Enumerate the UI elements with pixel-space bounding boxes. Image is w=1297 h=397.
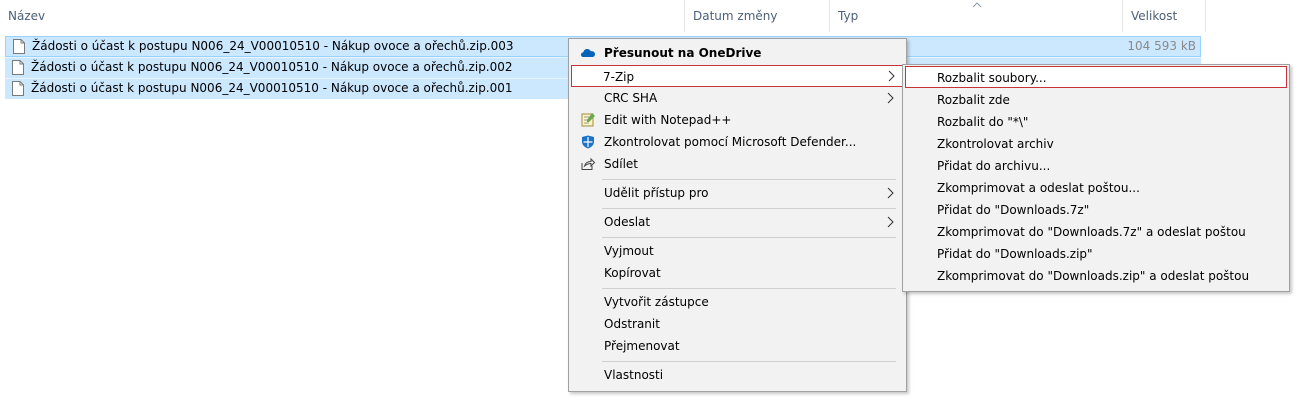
menu-item-label: Sdílet — [604, 157, 638, 171]
menu-item-label: Vyjmout — [604, 244, 654, 258]
menu-item-label: Přidat do archivu... — [937, 159, 1051, 173]
menu-item-onedrive[interactable]: Přesunout na OneDrive — [571, 42, 904, 64]
context-menu: Přesunout na OneDrive 7-Zip CRC SHA Edit… — [568, 38, 907, 392]
menu-item-label: CRC SHA — [604, 91, 658, 105]
column-empty-header — [1205, 0, 1297, 32]
sort-ascending-caret-icon — [972, 2, 982, 8]
submenu-item-extract-here[interactable]: Rozbalit zde — [905, 89, 1287, 111]
menu-item-create-shortcut[interactable]: Vytvořit zástupce — [571, 291, 904, 313]
menu-item-label: Přidat do "Downloads.7z" — [937, 203, 1090, 217]
column-size-header[interactable]: Velikost — [1122, 0, 1205, 32]
menu-item-label: Edit with Notepad++ — [604, 113, 732, 127]
menu-item-label: Vytvořit zástupce — [604, 295, 709, 309]
column-date-header[interactable]: Datum změny — [684, 0, 829, 32]
chevron-right-icon — [887, 92, 894, 104]
menu-item-label: Zkontrolovat archiv — [937, 137, 1054, 151]
submenu-item-test-archive[interactable]: Zkontrolovat archiv — [905, 133, 1287, 155]
menu-item-label: Rozbalit do "*\" — [937, 115, 1029, 129]
menu-item-properties[interactable]: Vlastnosti — [571, 364, 904, 386]
menu-item-label: Rozbalit soubory... — [937, 71, 1047, 85]
submenu-item-extract-to[interactable]: Rozbalit do "*\" — [905, 111, 1287, 133]
menu-item-label: 7-Zip — [603, 70, 635, 84]
submenu-item-add-to-archive[interactable]: Přidat do archivu... — [905, 155, 1287, 177]
menu-item-7zip[interactable]: 7-Zip — [571, 65, 904, 87]
menu-item-send-to[interactable]: Odeslat — [571, 211, 904, 233]
menu-item-label: Odstranit — [604, 317, 660, 331]
menu-item-label: Zkomprimovat do "Downloads.zip" a odesla… — [937, 269, 1250, 283]
column-header: Název Datum změny Typ Velikost — [0, 0, 1297, 32]
menu-item-label: Rozbalit zde — [937, 93, 1010, 107]
file-row[interactable]: Žádosti o účast k postupu N006_24_V00010… — [5, 78, 569, 99]
onedrive-cloud-icon — [581, 49, 595, 57]
menu-item-label: Kopírovat — [604, 266, 661, 280]
file-icon — [12, 81, 24, 96]
submenu-item-extract-files[interactable]: Rozbalit soubory... — [905, 66, 1287, 88]
menu-item-copy[interactable]: Kopírovat — [571, 262, 904, 284]
column-name-header[interactable]: Název — [0, 0, 684, 32]
chevron-right-icon — [887, 187, 894, 199]
file-size: 104 593 kB — [1127, 39, 1196, 53]
menu-item-label: Zkontrolovat pomocí Microsoft Defender..… — [604, 135, 857, 149]
menu-item-label: Přidat do "Downloads.zip" — [937, 247, 1093, 261]
submenu-item-compress-7z-email[interactable]: Zkomprimovat do "Downloads.7z" a odeslat… — [905, 221, 1287, 243]
menu-separator — [602, 208, 896, 209]
menu-separator — [602, 179, 896, 180]
file-name: Žádosti o účast k postupu N006_24_V00010… — [32, 39, 514, 53]
menu-item-label: Přejmenovat — [604, 339, 680, 353]
share-icon — [581, 157, 596, 170]
submenu-item-add-to-7z[interactable]: Přidat do "Downloads.7z" — [905, 199, 1287, 221]
chevron-right-icon — [888, 70, 895, 82]
menu-item-label: Zkomprimovat a odeslat poštou... — [937, 181, 1140, 195]
defender-shield-icon — [582, 135, 594, 149]
menu-item-grant-access[interactable]: Udělit přístup pro — [571, 182, 904, 204]
menu-item-label: Zkomprimovat do "Downloads.7z" a odeslat… — [937, 225, 1246, 239]
submenu-item-add-to-zip[interactable]: Přidat do "Downloads.zip" — [905, 243, 1287, 265]
menu-separator — [602, 237, 896, 238]
file-name: Žádosti o účast k postupu N006_24_V00010… — [31, 60, 513, 74]
menu-item-label: Přesunout na OneDrive — [604, 46, 762, 60]
submenu-item-compress-zip-email[interactable]: Zkomprimovat do "Downloads.zip" a odesla… — [905, 265, 1287, 287]
menu-item-share[interactable]: Sdílet — [571, 153, 904, 175]
menu-item-cut[interactable]: Vyjmout — [571, 240, 904, 262]
menu-item-crc-sha[interactable]: CRC SHA — [571, 87, 904, 109]
file-icon — [12, 60, 24, 75]
file-name: Žádosti o účast k postupu N006_24_V00010… — [31, 81, 513, 95]
chevron-right-icon — [887, 216, 894, 228]
menu-item-defender[interactable]: Zkontrolovat pomocí Microsoft Defender..… — [571, 131, 904, 153]
menu-separator — [602, 361, 896, 362]
menu-item-rename[interactable]: Přejmenovat — [571, 335, 904, 357]
menu-separator — [602, 288, 896, 289]
menu-item-delete[interactable]: Odstranit — [571, 313, 904, 335]
notepad-plus-plus-icon — [581, 113, 595, 127]
menu-item-label: Vlastnosti — [604, 368, 664, 382]
file-icon — [13, 39, 25, 54]
menu-item-label: Udělit přístup pro — [604, 186, 709, 200]
menu-item-notepad[interactable]: Edit with Notepad++ — [571, 109, 904, 131]
sevenzip-submenu: Rozbalit soubory... Rozbalit zde Rozbali… — [902, 64, 1290, 292]
submenu-item-compress-email[interactable]: Zkomprimovat a odeslat poštou... — [905, 177, 1287, 199]
menu-item-label: Odeslat — [604, 215, 651, 229]
